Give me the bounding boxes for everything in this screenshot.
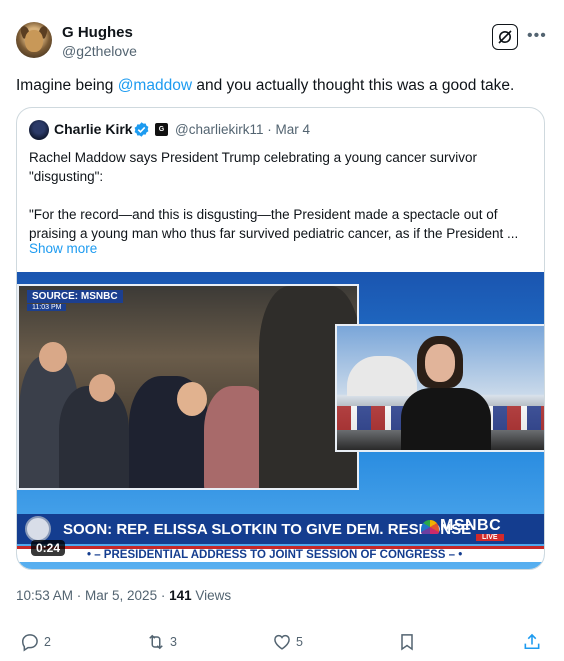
show-more-link[interactable]: Show more (29, 241, 97, 256)
more-options-button[interactable]: ••• (527, 27, 547, 45)
affiliation-badge: G (155, 123, 168, 136)
action-bar: 2 3 5 (0, 630, 564, 654)
more-dots-icon: ••• (527, 27, 547, 44)
reply-count: 2 (44, 635, 51, 649)
bookmark-icon (401, 634, 413, 651)
tweet-meta: 10:53 AM · Mar 5, 2025 · 141 Views (16, 588, 231, 603)
video-scene-chamber: SOURCE: MSNBC 11:03 PM (17, 284, 359, 490)
live-tag: LIVE (476, 534, 504, 541)
author-avatar[interactable] (16, 22, 52, 58)
seal-icon (25, 516, 51, 542)
video-source-time: 11:03 PM (27, 304, 67, 311)
author-handle[interactable]: @g2thelove (62, 43, 137, 59)
reply-button[interactable]: 2 (20, 630, 60, 654)
quote-line: "For the record—and this is disgusting—t… (29, 207, 498, 222)
like-button[interactable]: 5 (272, 630, 312, 654)
peacock-logo-icon (421, 520, 439, 534)
tweet: G Hughes @g2thelove ••• Imagine being @m… (0, 0, 564, 661)
reply-icon (21, 634, 38, 652)
quote-text: Rachel Maddow says President Trump celeb… (29, 148, 534, 243)
video-source-label: SOURCE: MSNBC (27, 290, 123, 303)
video-scene-anchor (335, 324, 544, 452)
quote-author-name[interactable]: Charlie Kirk (54, 121, 133, 137)
quoted-tweet[interactable]: Charlie Kirk G @charliekirk11 · Mar 4 Ra… (16, 107, 545, 570)
views-count: 141 (169, 588, 192, 603)
mention-link[interactable]: @maddow (118, 77, 192, 94)
grok-icon (498, 30, 512, 44)
quote-author-avatar[interactable] (29, 120, 49, 140)
views-label: Views (191, 588, 232, 603)
grok-button[interactable] (492, 24, 518, 50)
quote-author-handle-date: @charliekirk11 · Mar 4 (175, 122, 310, 137)
ticker-text: • – PRESIDENTIAL ADDRESS TO JOINT SESSIO… (87, 549, 463, 561)
tweet-text: Imagine being @maddow and you actually t… (16, 76, 514, 96)
share-icon (524, 633, 540, 650)
video-ticker: • – PRESIDENTIAL ADDRESS TO JOINT SESSIO… (17, 546, 544, 562)
share-button[interactable] (522, 630, 546, 654)
video-duration: 0:24 (31, 540, 66, 556)
repost-count: 3 (170, 635, 177, 649)
quote-blank-line (29, 186, 534, 205)
video-player[interactable]: SOURCE: MSNBC 11:03 PM SOON: REP. ELISSA… (17, 272, 544, 569)
quote-line: praising a young man who thus far surviv… (29, 226, 519, 241)
tweet-text-before: Imagine being (16, 77, 118, 94)
quote-line: Rachel Maddow says President Trump celeb… (29, 150, 477, 165)
repost-icon (149, 634, 163, 650)
network-logo-text: MSNBC (440, 517, 502, 534)
quote-line: "disgusting": (29, 169, 104, 184)
tweet-timestamp[interactable]: 10:53 AM · Mar 5, 2025 · (16, 588, 169, 603)
bookmark-button[interactable] (397, 630, 421, 654)
verified-badge-icon (134, 122, 149, 137)
lower-third-text: SOON: REP. ELISSA SLOTKIN TO GIVE DEM. R… (63, 521, 472, 538)
like-count: 5 (296, 635, 303, 649)
heart-icon (274, 634, 290, 650)
repost-button[interactable]: 3 (146, 630, 186, 654)
tweet-text-after: and you actually thought this was a good… (192, 77, 515, 94)
author-display-name[interactable]: G Hughes (62, 24, 133, 41)
